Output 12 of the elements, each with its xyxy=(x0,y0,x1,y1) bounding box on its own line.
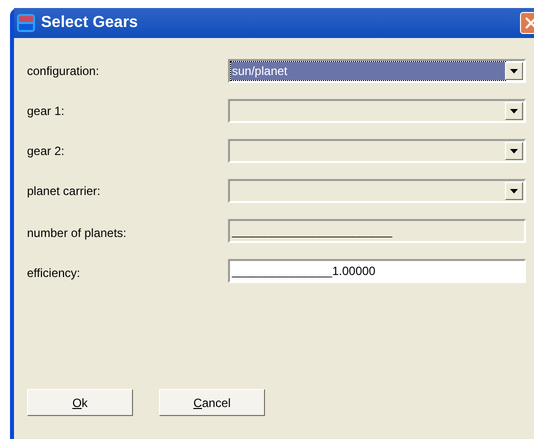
field-label: number of planets: xyxy=(27,225,128,242)
dialog-button[interactable]: Cancel xyxy=(159,389,265,416)
field-label: planet carrier: xyxy=(27,183,102,200)
window-title: Select Gears xyxy=(41,13,138,33)
dropdown[interactable]: sun/planet xyxy=(228,59,526,83)
field-label: gear 1: xyxy=(27,103,66,120)
dialog-button[interactable]: Ok xyxy=(27,389,133,416)
field-label: gear 2: xyxy=(27,143,66,160)
dropdown-value: sun/planet xyxy=(231,63,288,80)
field-label: configuration: xyxy=(27,63,100,80)
input-field[interactable]: _______________1.00000 xyxy=(228,259,526,283)
field-label: efficiency: xyxy=(27,265,82,282)
